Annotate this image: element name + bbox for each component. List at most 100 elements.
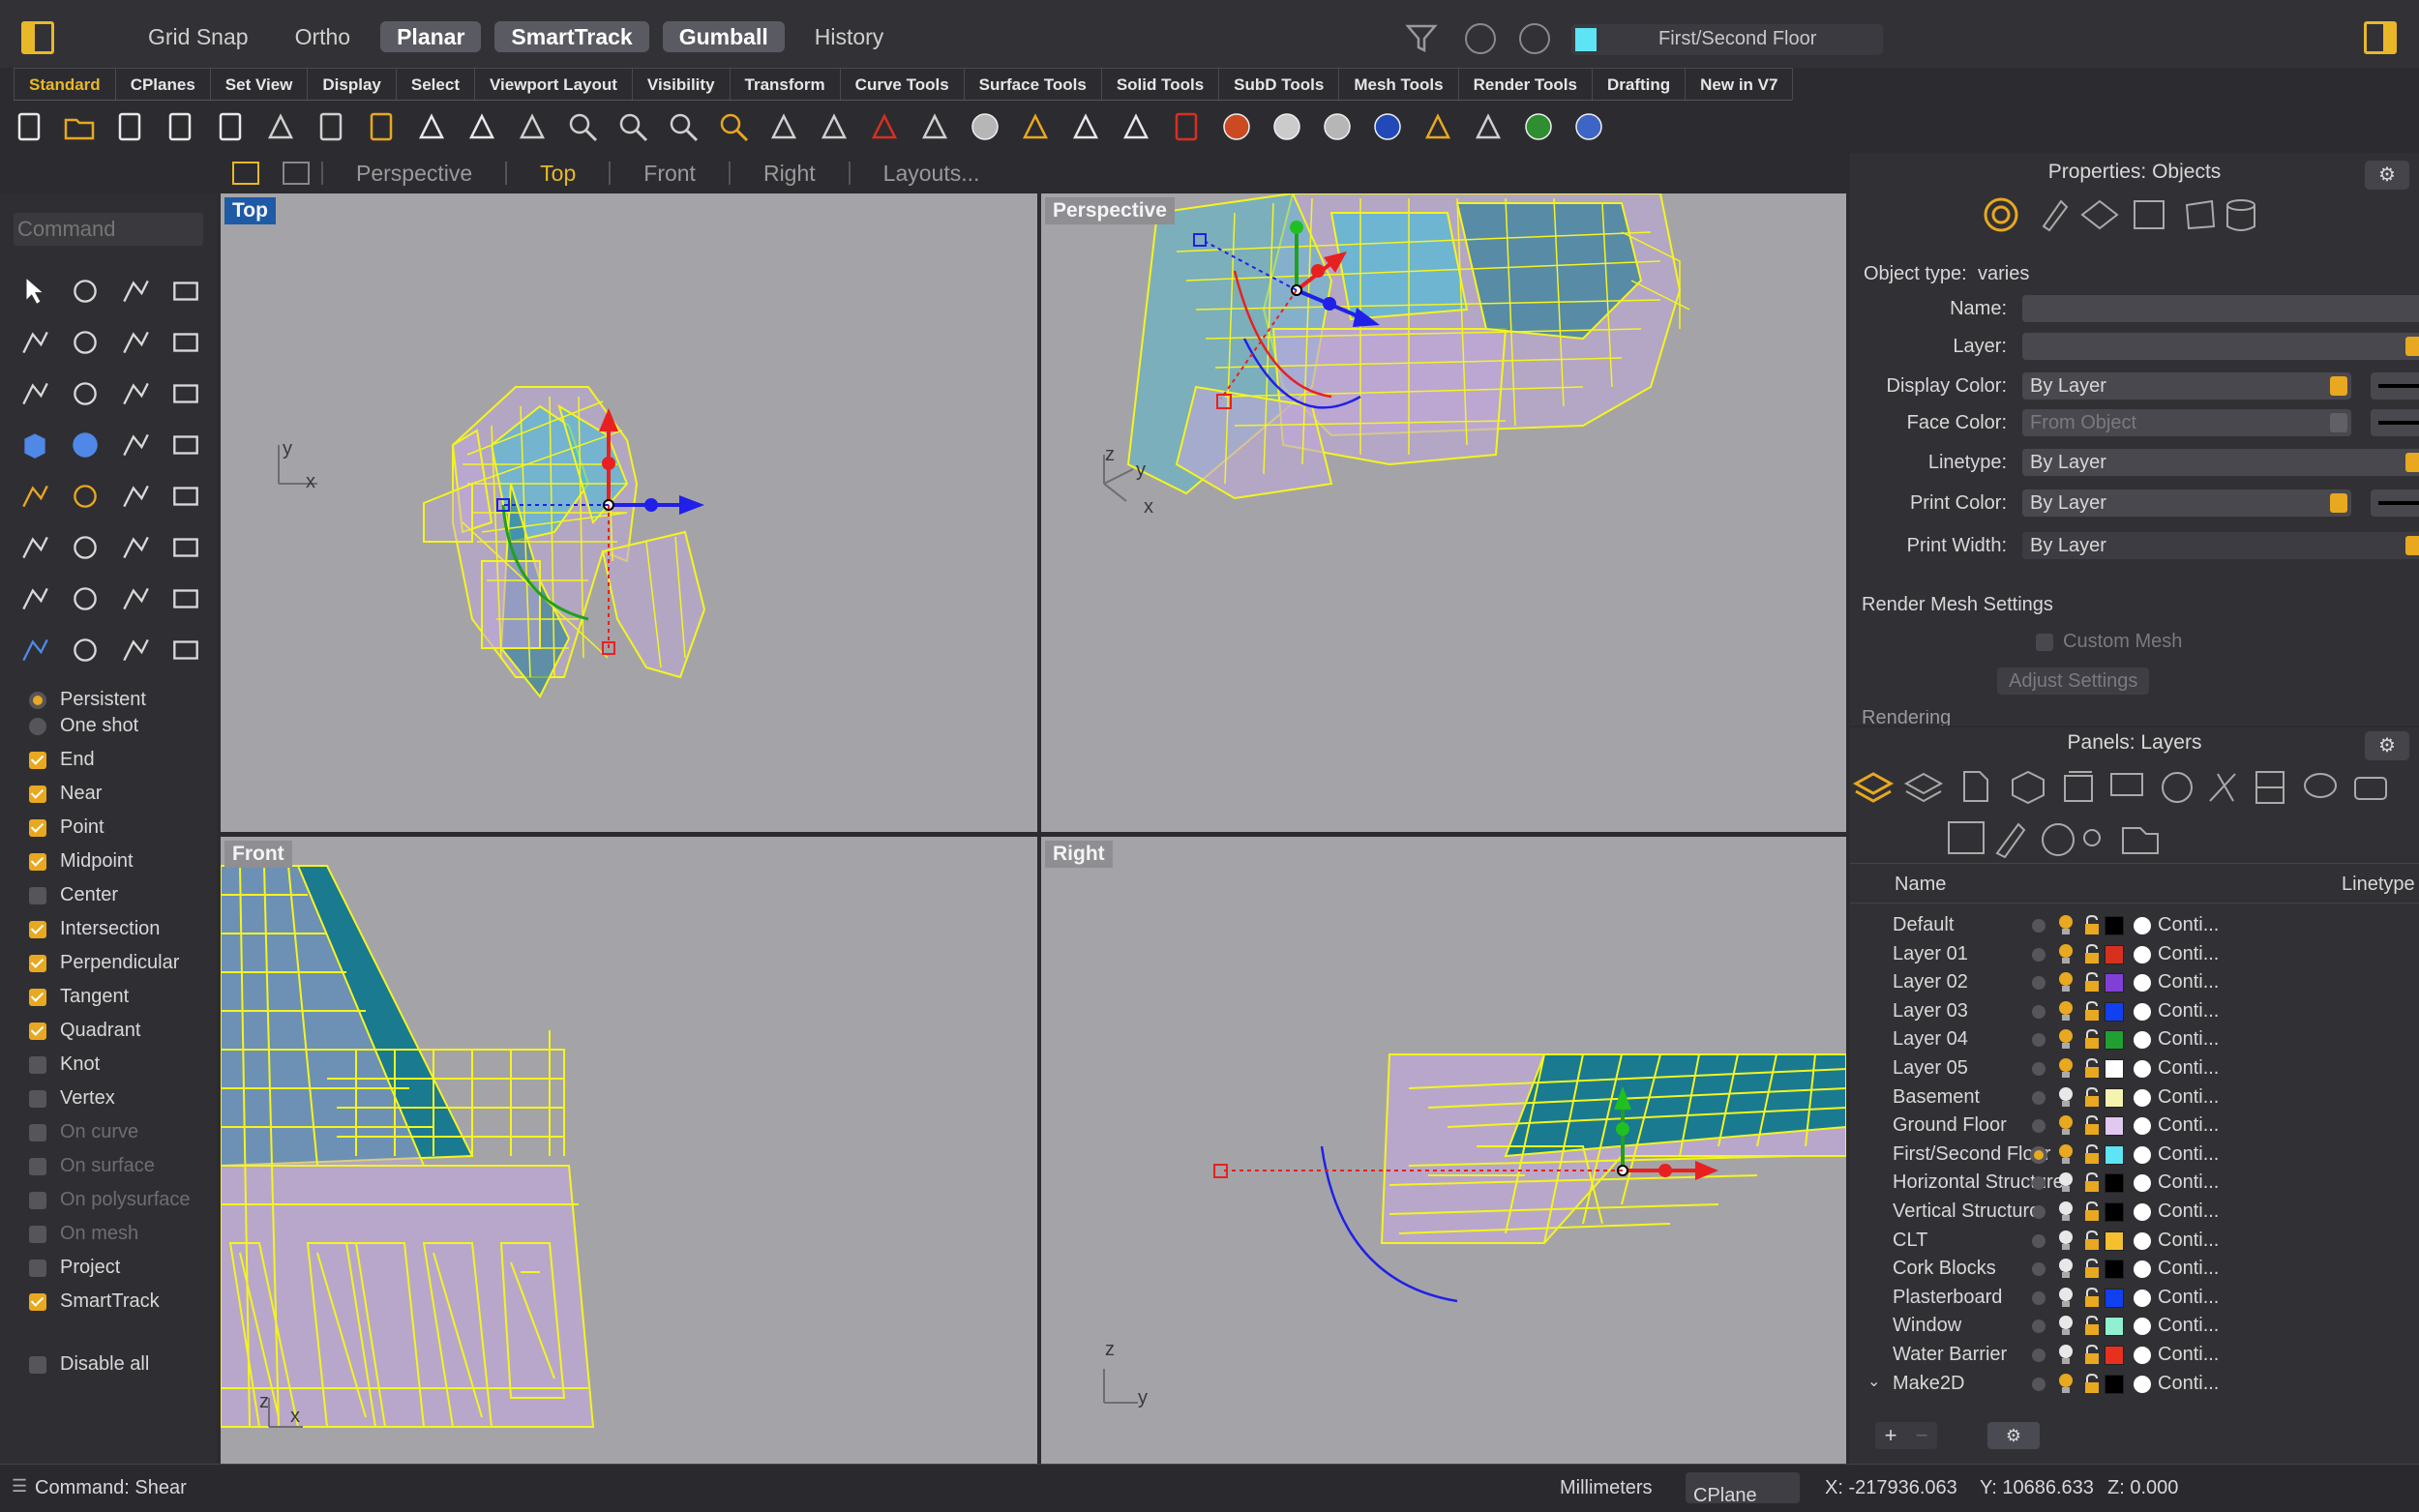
layer-color-swatch[interactable]	[2105, 1001, 2124, 1022]
layer-color-swatch[interactable]	[2105, 1346, 2124, 1365]
osnap-end[interactable]: End	[29, 743, 191, 777]
import-icon[interactable]	[213, 109, 248, 144]
face-color-dropdown[interactable]: From Object	[2022, 409, 2351, 436]
lightbulb-icon[interactable]	[2055, 1229, 2076, 1258]
lightbulb-icon[interactable]	[2055, 1286, 2076, 1315]
layers-gear-icon[interactable]: ⚙	[2365, 731, 2409, 760]
lock-icon[interactable]	[2082, 1315, 2102, 1342]
tab-viewport-layout[interactable]: Viewport Layout	[473, 68, 633, 100]
lightbulb-icon[interactable]	[2055, 942, 2076, 971]
osnap-on-curve[interactable]: On curve	[29, 1115, 191, 1149]
tab-mesh-tools[interactable]: Mesh Tools	[1338, 68, 1459, 100]
lock-icon[interactable]	[2082, 1057, 2102, 1084]
osnap-target-icon[interactable]	[1519, 23, 1550, 54]
tab-set-view[interactable]: Set View	[209, 68, 309, 100]
tab-visibility[interactable]: Visibility	[631, 68, 731, 100]
tab-drafting[interactable]: Drafting	[1591, 68, 1687, 100]
layer-row[interactable]: Layer 02 Conti...	[1850, 968, 2419, 996]
lightbulb-icon[interactable]	[2055, 1372, 2076, 1401]
plane-surface-icon[interactable]	[161, 419, 211, 470]
tab-select[interactable]: Select	[395, 68, 475, 100]
layer-linetype[interactable]: Conti...	[2158, 1373, 2219, 1395]
print-width-dropdown[interactable]: By Layer	[2022, 532, 2419, 559]
tab-render-tools[interactable]: Render Tools	[1457, 68, 1593, 100]
material-icon[interactable]	[2134, 1318, 2151, 1336]
ellipse-icon[interactable]	[60, 316, 110, 368]
hierarchy-icon[interactable]	[1471, 109, 1506, 144]
cut-icon[interactable]	[263, 109, 298, 144]
linetype-dropdown[interactable]: By Layer	[2022, 449, 2419, 476]
osnap-on-polysurface-checkbox[interactable]	[29, 1191, 46, 1209]
circle-icon[interactable]	[10, 316, 60, 368]
material-icon[interactable]	[2134, 1031, 2151, 1050]
layer-linetype[interactable]: Conti...	[2158, 1143, 2219, 1166]
right-viewport[interactable]: z y Right	[1041, 837, 1846, 1464]
layer-color-swatch[interactable]	[2105, 1059, 2124, 1079]
layer-row[interactable]: ⌄ Make2D Conti...	[1850, 1370, 2419, 1398]
viewport-tab-top[interactable]: Top	[505, 162, 609, 185]
tab-solid-tools[interactable]: Solid Tools	[1100, 68, 1220, 100]
lightbulb-icon[interactable]	[2055, 1027, 2076, 1056]
tab-transform[interactable]: Transform	[729, 68, 841, 100]
grid-array-icon[interactable]	[110, 624, 161, 675]
polyline-icon[interactable]	[110, 265, 161, 316]
help-icon[interactable]	[1571, 109, 1606, 144]
osnap-one-shot[interactable]: One shot	[29, 709, 191, 743]
open-folder-icon[interactable]	[62, 109, 97, 144]
layer-linetype[interactable]: Conti...	[2158, 1114, 2219, 1137]
set-current-dot[interactable]	[2032, 1004, 2046, 1019]
lock-icon[interactable]	[2082, 1086, 2102, 1113]
layer-row[interactable]: Plasterboard Conti...	[1850, 1284, 2419, 1312]
history-icon[interactable]	[161, 624, 211, 675]
select-arrow-icon[interactable]	[10, 265, 60, 316]
tab-cplanes[interactable]: CPlanes	[114, 68, 211, 100]
viewport-tab-layouts[interactable]: Layouts...	[848, 162, 1013, 185]
perspective-viewport[interactable]: z y x Perspective	[1041, 193, 1846, 832]
sweep-icon[interactable]	[161, 368, 211, 419]
osnap-center-checkbox[interactable]	[29, 886, 46, 904]
layer-linetype[interactable]: Conti...	[2158, 971, 2219, 993]
material-icon[interactable]	[2134, 1117, 2151, 1136]
osnap-intersection-checkbox[interactable]	[29, 920, 46, 938]
layer-linetype[interactable]: Conti...	[2158, 914, 2219, 936]
layer-color-swatch[interactable]	[2105, 1374, 2124, 1394]
osnap-smarttrack-checkbox[interactable]	[29, 1292, 46, 1311]
viewport-label-top[interactable]: Top	[224, 197, 276, 224]
viewport-grid-icon[interactable]	[232, 162, 259, 185]
layer-color-swatch[interactable]	[2105, 1288, 2124, 1308]
record-history-icon[interactable]	[1465, 23, 1496, 54]
rectangle-icon[interactable]	[161, 316, 211, 368]
circle-snap-icon[interactable]	[968, 109, 1002, 144]
lock-icon[interactable]	[2082, 1287, 2102, 1314]
set-current-dot[interactable]	[2032, 1290, 2046, 1305]
lock-icon[interactable]	[2082, 1201, 2102, 1228]
viewport-tab-right[interactable]: Right	[728, 162, 849, 185]
right-sidebar-toggle-icon[interactable]	[2364, 21, 2397, 54]
lightbulb-icon[interactable]	[2055, 1056, 2076, 1085]
solid-edit-icon[interactable]	[10, 624, 60, 675]
current-layer-indicator[interactable]	[2030, 1145, 2047, 1164]
material-icon[interactable]	[2134, 1375, 2151, 1393]
car-icon[interactable]	[867, 109, 902, 144]
lightbulb-icon[interactable]	[2055, 999, 2076, 1028]
layer-row[interactable]: Ground Floor Conti...	[1850, 1112, 2419, 1140]
persistent-radio[interactable]	[29, 691, 46, 709]
layer-linetype[interactable]: Conti...	[2158, 1028, 2219, 1051]
lightbulb-icon[interactable]	[2055, 970, 2076, 999]
lock-icon[interactable]	[2082, 1000, 2102, 1027]
lightbulb-icon[interactable]	[2055, 1314, 2076, 1343]
layer-color-swatch[interactable]	[2105, 1260, 2124, 1280]
tab-curve-tools[interactable]: Curve Tools	[839, 68, 965, 100]
osnap-vertex-checkbox[interactable]	[29, 1089, 46, 1108]
layer-row[interactable]: Vertical Structure Conti...	[1850, 1198, 2419, 1226]
lock-icon[interactable]	[2082, 1028, 2102, 1055]
properties-gear-icon[interactable]: ⚙	[2365, 161, 2409, 190]
fillet-icon[interactable]	[161, 521, 211, 573]
gumball-toggle[interactable]: Gumball	[662, 21, 785, 52]
layer-dropdown[interactable]	[2022, 333, 2419, 360]
material-icon[interactable]	[2134, 917, 2151, 934]
osnap-near[interactable]: Near	[29, 777, 191, 811]
material-icon[interactable]	[2134, 1174, 2151, 1193]
lightbulb-icon[interactable]	[2055, 1343, 2076, 1372]
cylinder-icon[interactable]	[110, 419, 161, 470]
